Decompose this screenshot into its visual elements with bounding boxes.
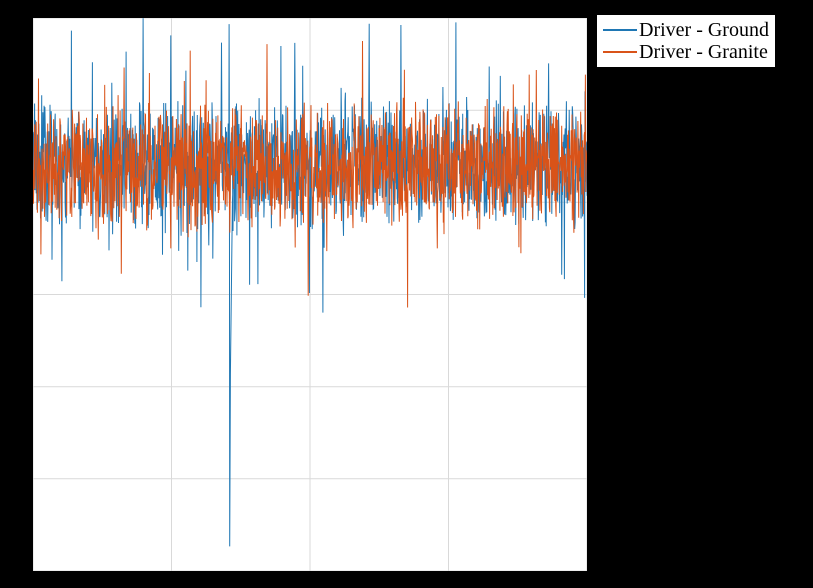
legend-swatch-icon: [603, 51, 637, 53]
legend-item-1: Driver - Granite: [603, 41, 769, 63]
legend-item-0: Driver - Ground: [603, 19, 769, 41]
legend-label: Driver - Granite: [639, 41, 768, 63]
legend: Driver - Ground Driver - Granite: [596, 14, 776, 68]
legend-label: Driver - Ground: [639, 19, 769, 41]
plot-area: [32, 17, 588, 572]
legend-swatch-icon: [603, 29, 637, 31]
gridlines: [33, 18, 587, 571]
chart-svg: [33, 18, 587, 571]
